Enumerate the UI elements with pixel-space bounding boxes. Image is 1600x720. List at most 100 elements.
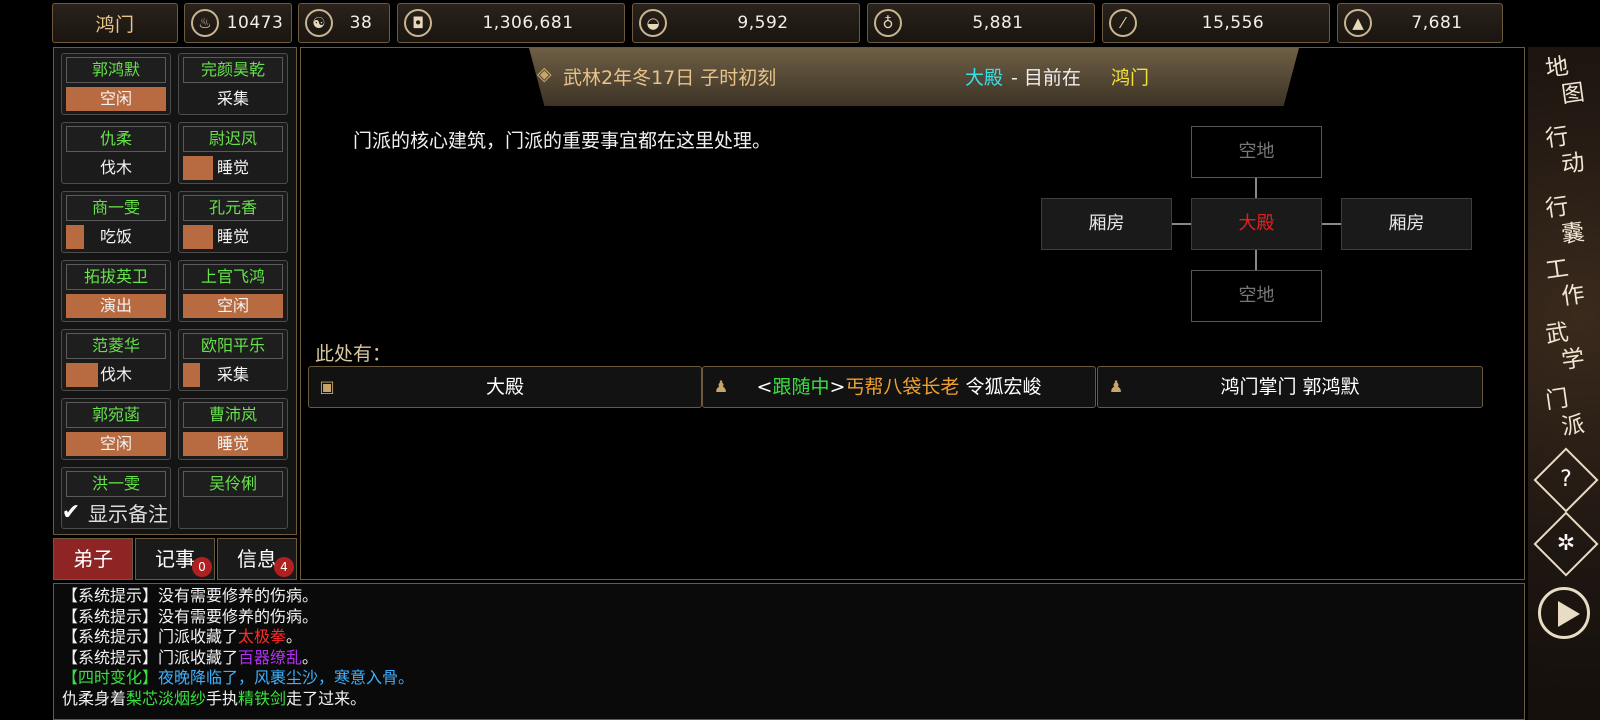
menu-char: 囊 (1559, 219, 1587, 249)
disciple-card[interactable]: 拓拔英卫 演出 (61, 260, 171, 322)
disciple-status-label: 睡觉 (216, 227, 249, 246)
log-line: 【系统提示】门派收藏了百器缭乱。 (62, 648, 1516, 669)
log-segment: 【系统提示】没有需要修养的伤病。 (62, 586, 319, 605)
menu-map[interactable]: 地图 (1538, 54, 1592, 115)
disciple-status: 吃饭 (66, 225, 166, 249)
disciple-status (183, 501, 283, 525)
follow-tag: 跟随中 (772, 376, 830, 398)
show-notes-toggle[interactable]: ✔ 显示备注 (58, 498, 168, 527)
tab-label: 记事 (155, 547, 195, 571)
resource-prestige[interactable]: ♨ 10473 (184, 3, 292, 43)
room-north[interactable]: 空地 (1191, 126, 1322, 178)
current-room: 大殿 (965, 67, 1004, 89)
tab-records[interactable]: 记事 0 (135, 538, 215, 580)
disciple-card[interactable]: 范菱华 伐木 (61, 329, 171, 391)
disciple-card[interactable]: 完颜昊乾 采集 (178, 53, 288, 115)
disciple-card[interactable]: 欧阳平乐 采集 (178, 329, 288, 391)
menu-char: 作 (1559, 281, 1587, 311)
disciple-card[interactable]: 吴伶俐 (178, 467, 288, 529)
main-panel: ◈ 武林2年冬17日 子时初刻 大殿 - 目前在 鸿门 门派的核心建筑，门派的重… (300, 47, 1525, 580)
location-header: ◈ 武林2年冬17日 子时初刻 大殿 - 目前在 鸿门 (529, 48, 1299, 106)
disciple-name: 郭鸿默 (66, 57, 166, 83)
room-south[interactable]: 空地 (1191, 270, 1322, 322)
disciple-name: 欧阳平乐 (183, 333, 283, 359)
tea-icon: ♨ (191, 9, 219, 37)
disciple-card[interactable]: 仇柔 伐木 (61, 122, 171, 184)
location-sep: - 目前在 (1005, 67, 1081, 89)
menu-martial-arts[interactable]: 武学 (1538, 320, 1592, 381)
ore-icon: ▲ (1344, 9, 1372, 37)
disciple-status: 睡觉 (183, 225, 283, 249)
food-bowl-icon: ◒ (639, 9, 667, 37)
disciple-card[interactable]: 孔元香 睡觉 (178, 191, 288, 253)
resource-bar: 鸿门 ♨ 10473 ☯ 38 ◘ 1,306,681 ◒ 9,592 ♁ 5,… (52, 3, 1504, 43)
menu-char: 图 (1559, 79, 1587, 109)
show-notes-label: 显示备注 (88, 502, 168, 526)
log-segment: 【系统提示】没有需要修养的伤病。 (62, 606, 319, 626)
disciple-status-label: 空闲 (99, 89, 132, 108)
menu-char: 学 (1559, 345, 1587, 375)
activity-progress-bar (66, 225, 84, 249)
tab-info[interactable]: 信息 4 (217, 538, 297, 580)
box-icon: ▣ (319, 377, 335, 396)
resource-food[interactable]: ◒ 9,592 (632, 3, 860, 43)
log-line: 【系统提示】没有需要修养的伤病。 (62, 586, 1516, 607)
menu-inventory[interactable]: 行囊 (1538, 194, 1592, 255)
log-segment: 【系统提示】门派收藏了 (62, 627, 239, 646)
help-button[interactable]: ? (1533, 447, 1599, 513)
resource-wood[interactable]: ⁄ 15,556 (1102, 3, 1330, 43)
activity-progress-bar (66, 363, 98, 387)
resource-yinyang[interactable]: ☯ 38 (298, 3, 390, 43)
room-east[interactable]: 厢房 (1341, 198, 1472, 250)
sect-name-box[interactable]: 鸿门 (52, 3, 178, 43)
resource-value: 38 (349, 13, 373, 33)
disciple-card[interactable]: 尉迟凤 睡觉 (178, 122, 288, 184)
disciple-status: 伐木 (66, 156, 166, 180)
disciple-status-label: 采集 (216, 365, 249, 384)
disciple-status: 空闲 (66, 432, 166, 456)
disciple-status-label: 睡觉 (216, 434, 249, 453)
disciple-name: 吴伶俐 (183, 471, 283, 497)
entity-master[interactable]: ♟ 鸿门掌门 郭鸿默 (1097, 366, 1483, 408)
resource-money[interactable]: ◘ 1,306,681 (397, 3, 625, 43)
checkbox-icon[interactable]: ✔ (58, 500, 84, 526)
message-log[interactable]: 【系统提示】没有需要修养的伤病。 【系统提示】没有需要修养的伤病。 【系统提示】门派… (53, 583, 1525, 720)
disciple-card[interactable]: 商一雯 吃饭 (61, 191, 171, 253)
disciple-status: 演出 (66, 294, 166, 318)
room-west[interactable]: 厢房 (1041, 198, 1172, 250)
disciple-card[interactable]: 郭宛菡 空闲 (61, 398, 171, 460)
npc-name: 令狐宏峻 (965, 376, 1042, 398)
menu-char: 派 (1559, 411, 1587, 441)
disciple-list[interactable]: 郭鸿默 空闲 完颜昊乾 采集 仇柔 伐木 尉迟凤 睡觉 商一雯 吃饭 孔元香 睡觉 拓拔英卫 演出 上官飞鸿… (53, 47, 297, 535)
resource-herb[interactable]: ♁ 5,881 (867, 3, 1095, 43)
tab-label: 信息 (237, 547, 277, 571)
disciple-card[interactable]: 郭鸿默 空闲 (61, 53, 171, 115)
resource-ore[interactable]: ▲ 7,681 (1337, 3, 1503, 43)
menu-action[interactable]: 行动 (1538, 124, 1592, 185)
log-segment: 夜晚降临了，风裹尘沙，寒意入骨。 (158, 668, 415, 687)
menu-char: 动 (1559, 149, 1587, 179)
play-button[interactable] (1538, 587, 1590, 639)
settings-button[interactable]: ✲ (1533, 511, 1599, 577)
play-icon (1558, 601, 1580, 627)
disciple-card[interactable]: 上官飞鸿 空闲 (178, 260, 288, 322)
disciple-status-label: 演出 (99, 296, 132, 315)
tab-disciples[interactable]: 弟子 (53, 538, 133, 580)
menu-work[interactable]: 工作 (1538, 256, 1592, 317)
disciple-card[interactable]: 曹沛岚 睡觉 (178, 398, 288, 460)
disciple-status-label: 吃饭 (99, 227, 132, 246)
entity-building[interactable]: ▣ 大殿 (308, 366, 702, 408)
compass-icon: ◈ (537, 63, 552, 85)
resource-value: 15,556 (1201, 13, 1265, 33)
bracket-open: < (756, 376, 773, 398)
resource-value: 1,306,681 (482, 13, 574, 33)
npc-title: 丐帮八袋长老 (845, 376, 960, 398)
disciple-status-label: 睡觉 (216, 158, 249, 177)
log-segment: 手执 (206, 688, 239, 708)
gourd-icon: ♁ (874, 9, 902, 37)
bracket-close: > (829, 376, 846, 398)
room-center[interactable]: 大殿 (1191, 198, 1322, 250)
menu-sect[interactable]: 门派 (1538, 386, 1592, 447)
disciple-status-label: 采集 (216, 89, 249, 108)
entity-follower[interactable]: ♟ <跟随中>丐帮八袋长老 令狐宏峻 (702, 366, 1096, 408)
